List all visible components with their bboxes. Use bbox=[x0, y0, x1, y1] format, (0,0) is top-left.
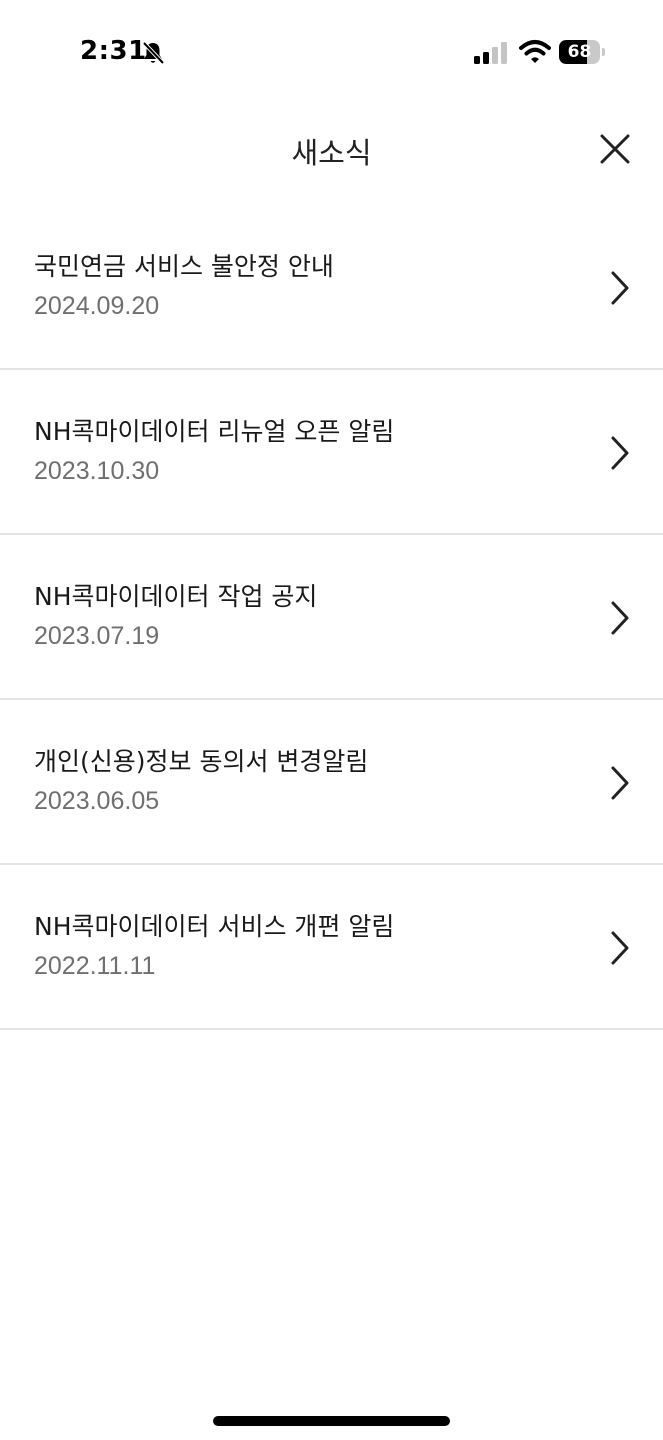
news-title: NH콕마이데이터 작업 공지 bbox=[34, 582, 318, 611]
close-button[interactable] bbox=[592, 126, 638, 172]
list-item[interactable]: NH콕마이데이터 리뉴얼 오픈 알림 2023.10.30 bbox=[0, 370, 663, 535]
news-title: 개인(신용)정보 동의서 변경알림 bbox=[34, 747, 369, 776]
news-date: 2024.09.20 bbox=[34, 292, 160, 320]
page-title: 새소식 bbox=[291, 136, 372, 170]
news-title: 국민연금 서비스 불안정 안내 bbox=[34, 252, 334, 281]
list-item[interactable]: 개인(신용)정보 동의서 변경알림 2023.06.05 bbox=[0, 700, 663, 865]
news-title: NH콕마이데이터 리뉴얼 오픈 알림 bbox=[34, 417, 395, 446]
news-date: 2023.06.05 bbox=[34, 787, 160, 815]
chevron-right-icon bbox=[611, 766, 629, 800]
list-item[interactable]: NH콕마이데이터 서비스 개편 알림 2022.11.11 bbox=[0, 865, 663, 1030]
status-time: 2:31 bbox=[80, 36, 147, 66]
header: 새소식 bbox=[0, 108, 663, 190]
news-date: 2023.07.19 bbox=[34, 622, 160, 650]
chevron-right-icon bbox=[611, 601, 629, 635]
list-item[interactable]: NH콕마이데이터 작업 공지 2023.07.19 bbox=[0, 535, 663, 700]
battery-cap bbox=[602, 48, 605, 56]
cellular-signal-icon bbox=[474, 42, 507, 64]
chevron-right-icon bbox=[611, 931, 629, 965]
news-date: 2022.11.11 bbox=[34, 952, 156, 980]
news-title: NH콕마이데이터 서비스 개편 알림 bbox=[34, 912, 395, 941]
list-item[interactable]: 국민연금 서비스 불안정 안내 2024.09.20 bbox=[0, 205, 663, 370]
bell-slash-icon bbox=[142, 41, 165, 65]
battery-indicator: 68 bbox=[559, 40, 605, 64]
news-list: 국민연금 서비스 불안정 안내 2024.09.20 NH콕마이데이터 리뉴얼 … bbox=[0, 205, 663, 1030]
wifi-icon bbox=[519, 40, 551, 63]
chevron-right-icon bbox=[611, 271, 629, 305]
chevron-right-icon bbox=[611, 436, 629, 470]
news-date: 2023.10.30 bbox=[34, 457, 160, 485]
home-indicator[interactable] bbox=[213, 1416, 450, 1426]
battery-percent: 68 bbox=[567, 42, 592, 62]
status-bar: 2:31 68 bbox=[0, 0, 663, 100]
close-icon bbox=[600, 134, 630, 164]
